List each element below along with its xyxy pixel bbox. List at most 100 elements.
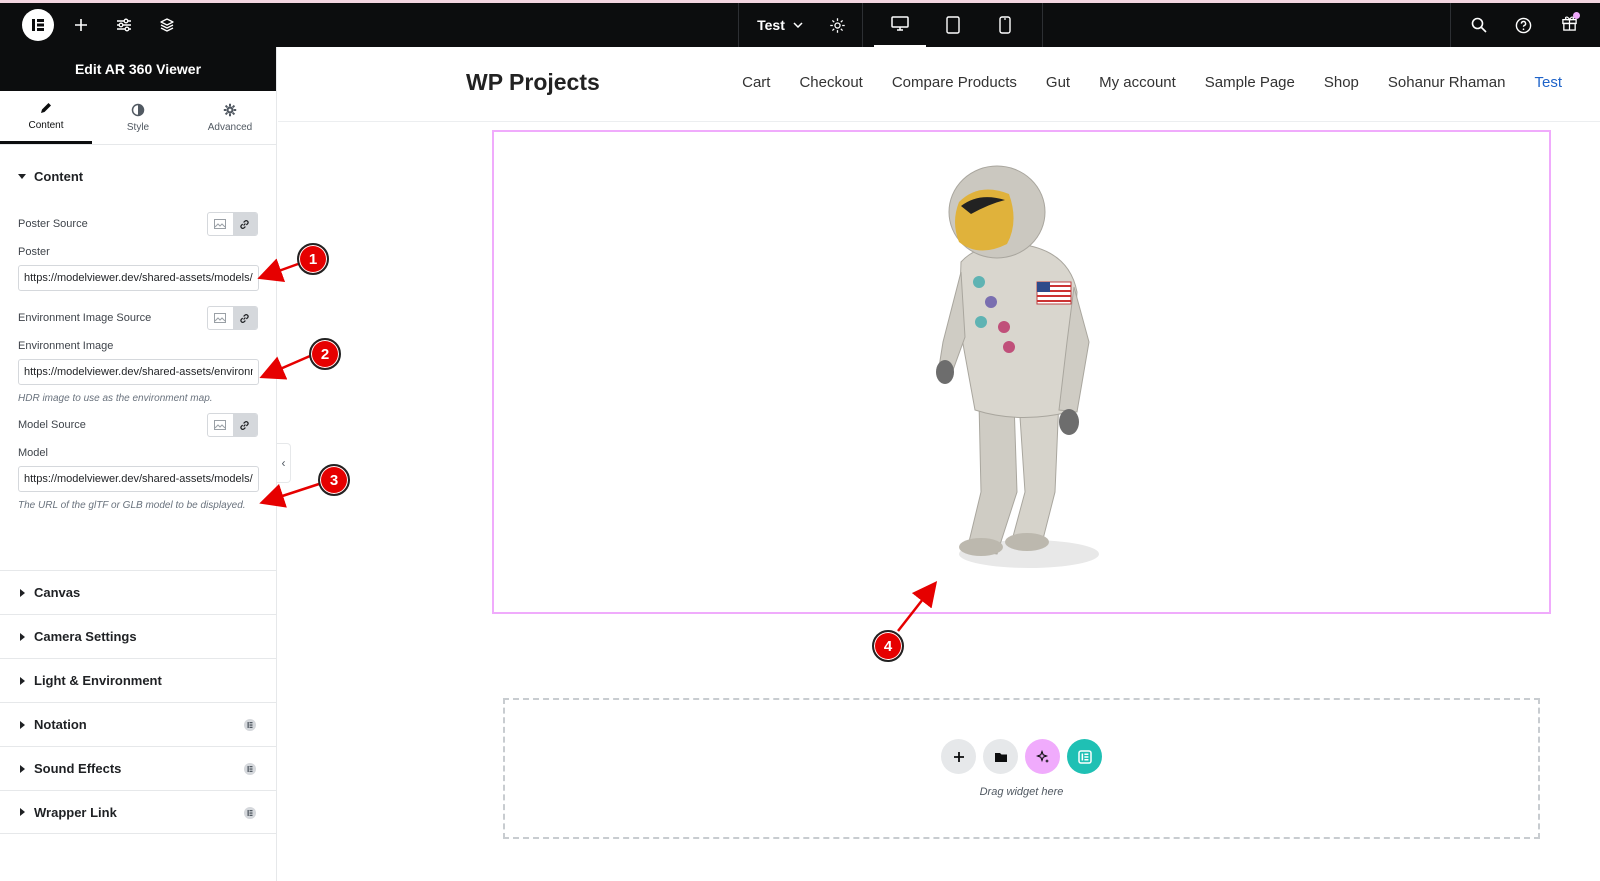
section-canvas[interactable]: Canvas [0,570,276,614]
header-divider [278,121,1600,122]
half-circle-icon [131,103,145,116]
layers-icon[interactable] [152,3,182,47]
section-label: Canvas [34,585,81,600]
topbar-divider [862,3,863,47]
help-icon[interactable] [1506,3,1540,47]
annotation-marker-3: 3 [318,464,350,496]
content-section: Content Poster Source Poster Environment… [0,145,276,570]
dropzone-text: Drag widget here [979,786,1064,798]
topbar-divider [1042,3,1043,47]
editor-topbar: Test [0,0,1600,47]
link-icon[interactable] [232,414,257,436]
pencil-icon [41,103,51,113]
drop-zone[interactable]: Drag widget here [503,698,1540,839]
template-folder-icon[interactable] [983,739,1018,774]
section-camera-settings[interactable]: Camera Settings [0,614,276,658]
section-sound-effects[interactable]: Sound Effects [0,746,276,790]
model-source-row: Model Source [18,412,258,438]
caret-down-icon [18,174,26,179]
caret-right-icon [20,588,25,597]
tab-style[interactable]: Style [92,91,184,144]
add-section-plus-icon[interactable] [941,739,976,774]
section-light-environment[interactable]: Light & Environment [0,658,276,702]
tab-label: Style [126,121,150,133]
nav-link-test[interactable]: Test [1534,74,1562,91]
gear-icon [223,103,237,116]
section-label: Light & Environment [34,673,162,688]
poster-source-toggle [207,212,258,236]
annotation-marker-2: 2 [309,338,341,370]
nav-link-sohanur-rhaman[interactable]: Sohanur Rhaman [1388,74,1506,91]
poster-source-label: Poster Source [18,218,88,230]
site-title[interactable]: WP Projects [466,69,600,96]
nav-link-gut[interactable]: Gut [1046,74,1070,91]
env-source-toggle [207,306,258,330]
plus-icon[interactable] [66,3,96,47]
site-nav: Cart Checkout Compare Products Gut My ac… [742,74,1562,91]
astronaut-3d-model[interactable] [919,162,1119,572]
model-source-toggle [207,413,258,437]
env-label: Environment Image [18,340,114,352]
page-switcher[interactable]: Test [742,3,818,47]
nav-link-compare-products[interactable]: Compare Products [892,74,1017,91]
tab-content[interactable]: Content [0,91,92,144]
section-notation[interactable]: Notation [0,702,276,746]
caret-right-icon [20,676,25,685]
mobile-icon[interactable] [985,3,1025,47]
ar-360-viewer-widget[interactable] [492,130,1551,614]
search-icon[interactable] [1462,3,1496,47]
poster-url-input[interactable] [18,265,259,291]
topbar-divider [738,3,739,47]
poster-label: Poster [18,246,50,258]
caret-right-icon [20,720,25,729]
media-library-icon[interactable] [208,213,233,235]
nav-link-sample-page[interactable]: Sample Page [1205,74,1295,91]
nav-link-my-account[interactable]: My account [1099,74,1176,91]
sliders-icon[interactable] [109,3,139,47]
gift-icon[interactable] [1552,3,1586,47]
media-library-icon[interactable] [208,414,233,436]
poster-source-row: Poster Source [18,211,258,237]
nav-link-checkout[interactable]: Checkout [799,74,862,91]
env-url-input[interactable] [18,359,259,385]
panel-tabs: Content Style Advanced [0,91,276,145]
media-library-icon[interactable] [208,307,233,329]
annotation-marker-1: 1 [297,243,329,275]
model-source-label: Model Source [18,419,86,431]
section-wrapper-link[interactable]: Wrapper Link [0,790,276,834]
caret-right-icon [20,808,25,816]
ai-sparkle-icon[interactable] [1025,739,1060,774]
pro-badge-icon [244,763,256,775]
section-label: Wrapper Link [34,804,117,820]
topbar-divider [1450,3,1451,47]
tablet-icon[interactable] [933,3,973,47]
caret-right-icon [20,632,25,641]
tab-label: Content [28,120,64,131]
nav-link-shop[interactable]: Shop [1324,74,1359,91]
section-label: Notation [34,717,87,732]
elementor-kit-icon[interactable] [1067,739,1102,774]
content-section-toggle[interactable]: Content [18,169,258,184]
model-url-input[interactable] [18,466,259,492]
desktop-icon[interactable] [874,3,926,47]
collapse-panel-chevron-left-icon[interactable]: ‹ [277,443,291,483]
section-title: Content [34,169,84,184]
panel-title: Edit AR 360 Viewer [0,47,276,91]
notification-dot [1572,12,1580,19]
section-label: Sound Effects [34,761,122,776]
section-label: Camera Settings [34,629,137,644]
pro-badge-icon [244,719,256,731]
nav-link-cart[interactable]: Cart [742,74,770,91]
env-help-text: HDR image to use as the environment map. [18,393,213,404]
editor-panel: Edit AR 360 Viewer Content Style Advance… [0,47,277,881]
page-name: Test [757,17,785,33]
elementor-logo-icon[interactable] [22,9,54,41]
env-source-label: Environment Image Source [18,312,152,324]
link-icon[interactable] [232,307,257,329]
link-icon[interactable] [232,213,257,235]
model-label: Model [18,447,48,459]
tab-advanced[interactable]: Advanced [184,91,276,144]
annotation-marker-4: 4 [872,630,904,662]
caret-right-icon [20,764,25,773]
page-settings-gear-icon[interactable] [820,3,854,47]
